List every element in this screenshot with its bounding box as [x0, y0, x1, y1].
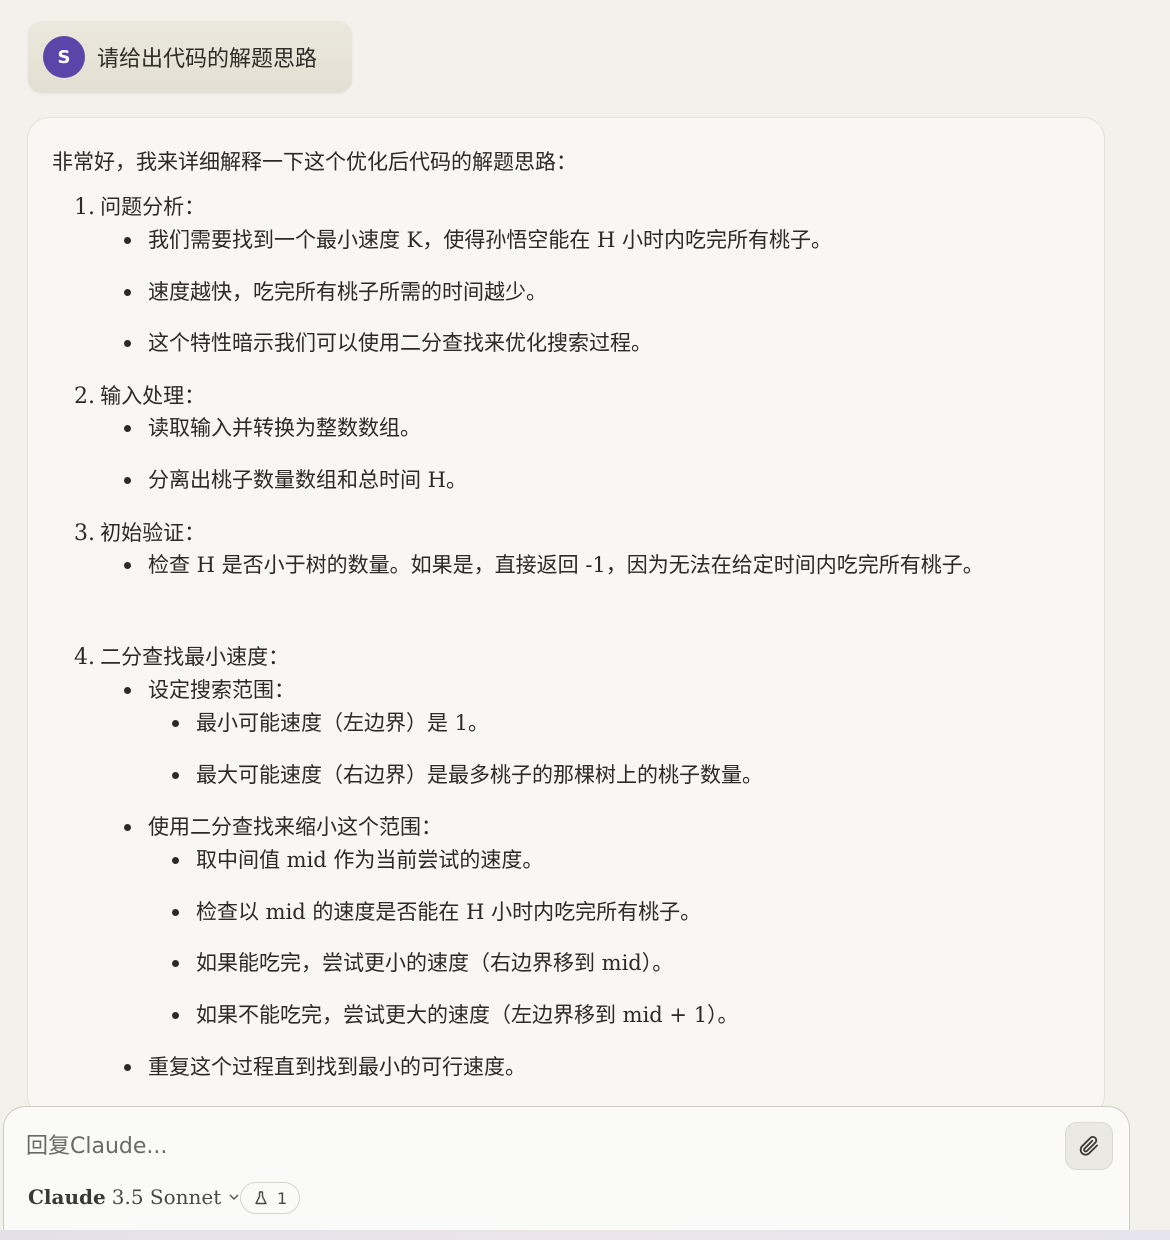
user-message-text: 请给出代码的解题思路 [97, 47, 318, 72]
reply-input[interactable] [26, 1129, 1026, 1163]
step-number: 1. [74, 195, 95, 220]
bottom-bar [0, 1230, 1170, 1240]
step-number: 2. [74, 384, 95, 409]
attach-button[interactable] [1065, 1122, 1113, 1170]
list-item: 这个特性暗示我们可以使用二分查找来优化搜索过程。 [124, 323, 1028, 363]
model-version: 3.5 Sonnet [111, 1185, 222, 1209]
list-item: 速度越快，吃完所有桃子所需的时间越少。 [124, 272, 1028, 312]
assistant-intro: 非常好，我来详细解释一下这个优化后代码的解题思路： [52, 150, 577, 174]
list-item: 重复这个过程直到找到最小的可行速度。 [124, 1047, 1028, 1087]
list-item: 如果能吃完，尝试更小的速度（右边界移到 mid）。 [172, 943, 1056, 983]
list-item: 取中间值 mid 作为当前尝试的速度。 [172, 840, 1056, 880]
list-item: 最小可能速度（左边界）是 1。 [172, 703, 1056, 743]
list-item: 检查 H 是否小于树的数量。如果是，直接返回 -1，因为无法在给定时间内吃完所有… [124, 545, 1028, 585]
step-number: 3. [74, 521, 95, 546]
list-item: 读取输入并转换为整数数组。 [124, 408, 1028, 448]
step-title: 二分查找最小速度： [100, 645, 290, 669]
step-1: 1. 问题分析： [74, 191, 205, 221]
feature-badge[interactable]: 1 [240, 1182, 301, 1214]
model-selector[interactable]: Claude 3.5 Sonnet [28, 1185, 241, 1209]
assistant-message: 非常好，我来详细解释一下这个优化后代码的解题思路： 1. 问题分析： 2. 输入… [27, 117, 1105, 1117]
list-item: 最大可能速度（右边界）是最多桃子的那棵树上的桃子数量。 [172, 755, 1056, 795]
user-avatar[interactable]: S [43, 36, 85, 78]
step-title: 输入处理： [100, 384, 206, 408]
step-header-3: 3. 初始验证： [74, 517, 205, 547]
composer: Claude 3.5 Sonnet 1 [3, 1106, 1130, 1240]
step-header-2: 2. 输入处理： [74, 380, 205, 410]
list-item: 分离出桃子数量数组和总时间 H。 [124, 460, 1028, 500]
step-header-4: 4. 二分查找最小速度： [74, 641, 289, 671]
step-title: 初始验证： [100, 521, 206, 545]
flask-icon [255, 1191, 267, 1205]
step-title: 问题分析： [100, 195, 206, 219]
paperclip-icon [1079, 1135, 1098, 1156]
list-item: 我们需要找到一个最小速度 K，使得孙悟空能在 H 小时内吃完所有桃子。 [124, 220, 1028, 260]
user-message: S 请给出代码的解题思路 [28, 21, 352, 93]
badge-count: 1 [277, 1188, 288, 1208]
model-name: Claude [28, 1185, 106, 1209]
list-item: 如果不能吃完，尝试更大的速度（左边界移到 mid + 1）。 [172, 995, 1056, 1035]
list-item: 检查以 mid 的速度是否能在 H 小时内吃完所有桃子。 [172, 892, 1056, 932]
step-number: 4. [74, 645, 95, 670]
